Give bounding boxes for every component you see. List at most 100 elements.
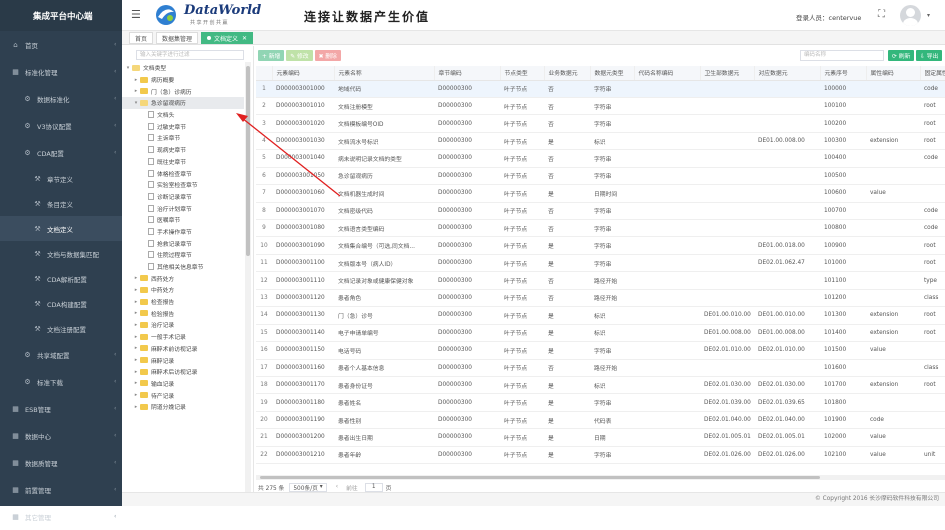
sidebar-item-14[interactable]: ▦ ESB管理 ‹ <box>0 395 122 422</box>
sidebar-item-15[interactable]: ▦ 数据中心 ‹ <box>0 422 122 449</box>
tree-node[interactable]: ▸ 麻醉术后访视记录 <box>122 366 244 378</box>
sidebar-item-0[interactable]: ⌂ 首页 ‹ <box>0 31 122 58</box>
tree-node[interactable]: ▸ 西药处方 <box>122 272 244 284</box>
tree-node[interactable]: ▸ 麻醉术前访视记录 <box>122 343 244 355</box>
caret-right-icon[interactable]: ▸ <box>132 345 140 351</box>
tree-node[interactable]: ▸ 待产记录 <box>122 389 244 401</box>
sidebar-item-12[interactable]: ⚙ 共享域配置 ‹ <box>0 341 122 368</box>
sidebar-item-2[interactable]: ⚙ 数据标准化 ‹ <box>0 85 122 112</box>
table-row[interactable]: 13 D000003001120 患者角色 D00000300 叶子节点否路径开始 101… <box>256 289 945 308</box>
tree-scrollbar-thumb[interactable] <box>246 66 250 256</box>
tree-node[interactable]: 文档头 <box>122 109 244 121</box>
sidebar-item-10[interactable]: ⚒ CDA构建配置 <box>0 291 122 316</box>
tree-node[interactable]: ▸ 检验报告 <box>122 307 244 319</box>
table-row[interactable]: 11 D000003001100 文档版本号（病人ID） D00000300 叶子节点是… <box>256 254 945 273</box>
column-header[interactable]: 业务数据元 <box>544 66 591 81</box>
page-number-input[interactable]: 1 <box>364 482 383 492</box>
search-input[interactable]: 编码名称 <box>800 50 884 61</box>
sidebar-item-1[interactable]: ▦ 标准化管理 ‹ <box>0 58 122 85</box>
tree-node[interactable]: 现病史章节 <box>122 144 244 156</box>
table-row[interactable]: 9 D000003001080 文档语言类型编码 D00000300 叶子节点否字符串 1… <box>256 219 945 238</box>
tree-node[interactable]: ▸ 麻醉记录 <box>122 354 244 366</box>
chevron-down-icon[interactable]: ▾ <box>927 12 930 19</box>
tree-node[interactable]: 医嘱章节 <box>122 214 244 226</box>
page-size-select[interactable]: 500条/页 ▾ <box>289 482 327 492</box>
column-header[interactable]: 固定属性 <box>920 66 945 81</box>
table-row[interactable]: 21 D000003001200 患者出生日期 D00000300 叶子节点是日期 DE0… <box>256 428 945 447</box>
sidebar-item-16[interactable]: ▦ 数据质管理 ‹ <box>0 449 122 476</box>
tree-node[interactable]: 主诉章节 <box>122 132 244 144</box>
add-button[interactable]: + 新增 <box>258 50 285 61</box>
sidebar-item-9[interactable]: ⚒ CDA解析配置 <box>0 266 122 291</box>
tree-node[interactable]: 手术操作章节 <box>122 226 244 238</box>
sidebar-item-13[interactable]: ⚙ 标准下载 ‹ <box>0 368 122 395</box>
caret-right-icon[interactable]: ▸ <box>132 334 140 340</box>
table-row[interactable]: 10 D000003001090 文档集合编号（可选,同文档... D00000300… <box>256 236 945 255</box>
caret-right-icon[interactable]: ▸ <box>132 77 140 83</box>
caret-right-icon[interactable]: ▸ <box>132 380 140 386</box>
caret-down-icon[interactable]: ▾ <box>124 65 132 71</box>
column-header[interactable]: 章节编码 <box>434 66 501 81</box>
caret-right-icon[interactable]: ▸ <box>132 310 140 316</box>
column-header[interactable]: 卫生部数据元 <box>700 66 755 81</box>
table-row[interactable]: 20 D000003001190 患者性别 D00000300 叶子节点是代码表 DE02… <box>256 411 945 430</box>
tree-node[interactable]: ▸ 病历概要 <box>122 74 244 86</box>
tree-node[interactable]: 过敏史章节 <box>122 120 244 132</box>
caret-right-icon[interactable]: ▸ <box>132 287 140 293</box>
tree-node[interactable]: ▸ 一般手术记录 <box>122 331 244 343</box>
export-button[interactable]: ⇩ 导出 <box>916 50 943 61</box>
column-header[interactable]: 元素编码 <box>272 66 335 81</box>
table-row[interactable]: 14 D000003001130 门（急）诊号 D00000300 叶子节点是标识 DE0… <box>256 306 945 325</box>
tree-node[interactable]: ▾ 急诊留观病历 <box>122 97 244 109</box>
table-row[interactable]: 8 D000003001070 文档密级代码 D00000300 叶子节点否字符串 100… <box>256 202 945 221</box>
tab-dataset[interactable]: 数据集管理 <box>156 32 199 44</box>
menu-toggle-icon[interactable]: ☰ <box>131 8 141 21</box>
column-header[interactable] <box>256 66 273 81</box>
table-scrollbar-thumb[interactable] <box>260 476 820 479</box>
fullscreen-icon[interactable]: ⛶ <box>878 9 885 20</box>
tree-node[interactable]: ▸ 阴道分娩记录 <box>122 401 244 413</box>
table-row[interactable]: 15 D000003001140 电子申请单编号 D00000300 叶子节点是标识 DE… <box>256 324 945 343</box>
sidebar-item-11[interactable]: ⚒ 文档注册配置 <box>0 316 122 341</box>
column-header[interactable]: 代码名称编码 <box>634 66 701 81</box>
caret-right-icon[interactable]: ▸ <box>132 357 140 363</box>
tree-node[interactable]: 住院过程章节 <box>122 249 244 261</box>
sidebar-item-18[interactable]: ▦ 其它管理 ‹ <box>0 503 122 530</box>
table-row[interactable]: 7 D000003001060 文档机器生成时间 D00000300 叶子节点是日期时间… <box>256 184 945 203</box>
column-header[interactable]: 对应数据元 <box>754 66 821 81</box>
tree-node[interactable]: 诊断记录章节 <box>122 191 244 203</box>
sidebar-item-17[interactable]: ▦ 前置管理 ‹ <box>0 476 122 503</box>
tree-node[interactable]: ▸ 输血记录 <box>122 378 244 390</box>
table-row[interactable]: 19 D000003001180 患者姓名 D00000300 叶子节点是字符串 DE02… <box>256 393 945 412</box>
column-header[interactable]: 属性编码 <box>866 66 921 81</box>
caret-right-icon[interactable]: ▸ <box>132 322 140 328</box>
tree-node[interactable]: ▸ 检查报告 <box>122 296 244 308</box>
table-row[interactable]: 16 D000003001150 电话号码 D00000300 叶子节点是字符串 DE02… <box>256 341 945 360</box>
sidebar-item-5[interactable]: ⚒ 章节定义 <box>0 166 122 191</box>
caret-down-icon[interactable]: ▾ <box>132 100 140 106</box>
table-row[interactable]: 12 D000003001110 文档记录对象或健康保健对象 D00000300 叶子节… <box>256 271 945 290</box>
tree-node[interactable]: 实验室检查章节 <box>122 179 244 191</box>
tab-document-definition[interactable]: 文档定义 ✕ <box>201 32 254 44</box>
table-row[interactable]: 5 D000003001040 病未说明记录文档的类型 D00000300 叶子节点否字… <box>256 149 945 168</box>
table-row[interactable]: 17 D000003001160 患者个人基本信息 D00000300 叶子节点否路径开… <box>256 359 945 377</box>
table-row[interactable]: 6 D000003001050 急诊留观病历 D00000300 叶子节点否字符串 100… <box>256 167 945 186</box>
table-row[interactable]: 1 D000003001000 地域代码 D00000300 叶子节点否字符串 10000… <box>256 80 945 98</box>
table-row[interactable]: 4 D000003001030 文档流水号标识 D00000300 叶子节点是标识 DE0… <box>256 132 945 151</box>
edit-button[interactable]: ✎ 修改 <box>286 50 313 61</box>
table-row[interactable]: 18 D000003001170 患者身份证号 D00000300 叶子节点是标识 DE0… <box>256 376 945 395</box>
refresh-button[interactable]: ⟳ 刷新 <box>888 50 915 61</box>
sidebar-item-4[interactable]: ⚙ CDA配置 ‹ <box>0 139 122 166</box>
table-row[interactable]: 3 D000003001020 文档模板编号OID D00000300 叶子节点否字符串… <box>256 114 945 133</box>
sidebar-item-3[interactable]: ⚙ V3协议配置 ‹ <box>0 112 122 139</box>
table-row[interactable]: 2 D000003001010 文档注册模型 D00000300 叶子节点否字符串 100… <box>256 97 945 116</box>
close-icon[interactable]: ✕ <box>242 35 247 42</box>
tree-node[interactable]: ▸ 门（急）诊病历 <box>122 85 244 97</box>
tab-home[interactable]: 首页 <box>129 32 154 44</box>
caret-right-icon[interactable]: ▸ <box>132 392 140 398</box>
table-row[interactable]: 22 D000003001210 患者年龄 D00000300 叶子节点是字符串 DE02… <box>256 446 945 465</box>
tree-node[interactable]: 既往史章节 <box>122 156 244 168</box>
tree-node[interactable]: 体格检查章节 <box>122 167 244 179</box>
tree-node[interactable]: 治疗计划章节 <box>122 202 244 214</box>
column-header[interactable]: 元素名称 <box>334 66 435 81</box>
